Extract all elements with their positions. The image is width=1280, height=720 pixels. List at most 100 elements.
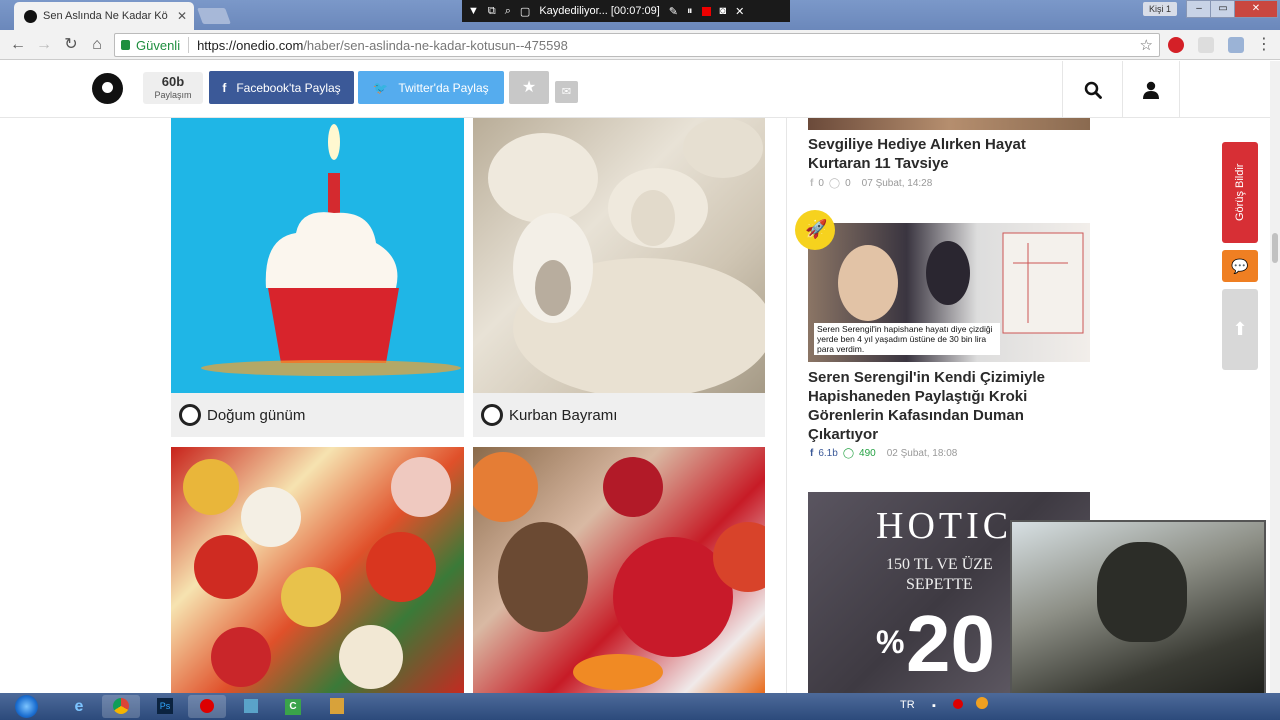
page-scrollbar[interactable]	[1270, 61, 1280, 693]
recorder-close-icon[interactable]: ✕	[735, 5, 744, 18]
recorder-status: Kaydediliyor... [00:07:09]	[539, 5, 660, 17]
ad-brand: HOTIC	[876, 505, 1013, 547]
profile-button[interactable]: Kişi 1	[1143, 2, 1177, 16]
fb-share-count: 0	[818, 178, 824, 189]
windows-taskbar: e Ps C TR ▪	[0, 693, 1280, 720]
taskbar-recorder-icon[interactable]	[188, 695, 226, 718]
taskbar-photoshop-icon[interactable]: Ps	[146, 695, 184, 718]
trending-rocket-icon: 🚀	[795, 210, 835, 250]
taskbar-ie-icon[interactable]: e	[60, 695, 98, 718]
recorder-menu-icon[interactable]: ▼	[468, 5, 479, 17]
new-tab-button[interactable]	[197, 8, 231, 24]
window-close-button[interactable]: ✕	[1234, 0, 1278, 18]
option-birthday[interactable]: Doğum günüm	[171, 393, 464, 437]
feedback-button[interactable]: Görüş Bildir	[1222, 142, 1258, 243]
windows-logo-icon	[15, 695, 38, 718]
option-label: Doğum günüm	[207, 406, 306, 424]
sheep-illustration	[488, 118, 765, 393]
tab-title: Sen Aslında Ne Kadar Kö	[43, 10, 168, 22]
mail-share-button[interactable]: ✉	[555, 81, 578, 103]
recorder-window-icon[interactable]: ⧉	[488, 5, 496, 18]
reload-icon[interactable]: ↻	[61, 35, 81, 55]
taskbar-chrome-icon[interactable]	[102, 695, 140, 718]
option-image-birthday[interactable]	[171, 118, 464, 393]
chat-button[interactable]: 💬	[1222, 250, 1258, 282]
option-kurban[interactable]: Kurban Bayramı	[473, 393, 765, 437]
twitter-share-button[interactable]: 🐦 Twitter'da Paylaş	[358, 71, 504, 104]
christmas-ornament-illustration	[473, 452, 765, 690]
whatsapp-icon: ◯	[842, 448, 855, 459]
scroll-top-button[interactable]: ⬆	[1222, 289, 1258, 370]
recorder-pause-icon[interactable]: ⏸	[687, 5, 693, 18]
option-image-christmas[interactable]	[473, 447, 765, 693]
facebook-share-button[interactable]: f Facebook'ta Paylaş	[209, 71, 354, 104]
facebook-icon: f	[810, 178, 814, 189]
tray-record-icon[interactable]	[948, 695, 968, 718]
ad-percent: %	[876, 624, 905, 660]
twitter-icon: 🐦	[373, 80, 389, 95]
facebook-icon: f	[222, 80, 227, 95]
share-count-badge: 60b Paylaşım	[143, 72, 203, 104]
taskbar-archive-icon[interactable]	[318, 695, 356, 718]
fb-share-count: 6.1b	[818, 448, 838, 459]
address-separator	[188, 37, 190, 53]
sidebar-item-title[interactable]: Sevgiliye Hediye Alırken Hayat Kurtaran …	[808, 135, 1090, 173]
secure-label: Güvenli	[136, 37, 181, 53]
whatsapp-icon: ◯	[828, 178, 841, 189]
onedio-logo[interactable]	[92, 73, 123, 104]
wa-share-count: 0	[845, 178, 851, 189]
sidebar-item-image-partial[interactable]	[808, 118, 1090, 130]
bookmark-star-icon[interactable]: ☆	[1140, 36, 1153, 54]
taskbar-app-icon[interactable]	[232, 695, 270, 718]
option-image-candy[interactable]	[171, 447, 464, 693]
minimize-button[interactable]: –	[1186, 0, 1212, 18]
webcam-overlay	[1010, 520, 1266, 700]
arrow-up-icon: ⬆	[1232, 319, 1248, 339]
star-icon: ★	[521, 79, 537, 96]
vivaldi-extension-icon[interactable]	[1168, 37, 1184, 53]
publish-date: 02 Şubat, 18:08	[886, 448, 958, 459]
recorder-pen-icon[interactable]: ✎	[669, 5, 678, 18]
facebook-share-label: Facebook'ta Paylaş	[236, 80, 341, 95]
favorite-button[interactable]: ★	[509, 71, 549, 104]
sidebar-item-meta: f 6.1b ◯ 490 02 Şubat, 18:08	[810, 448, 957, 459]
recorder-zoom-icon[interactable]: ⌕	[505, 5, 511, 18]
recorder-region-icon[interactable]: ▢	[520, 5, 530, 18]
back-arrow-icon[interactable]: ←	[8, 35, 28, 55]
facebook-icon: f	[810, 448, 814, 459]
radio-birthday[interactable]	[179, 404, 201, 426]
address-bar[interactable]: Güvenli https://onedio.com /haber/sen-as…	[114, 33, 1160, 57]
sidebar-item-title[interactable]: Seren Serengil'in Kendi Çizimiyle Hapish…	[808, 368, 1090, 444]
language-indicator[interactable]: TR	[900, 699, 915, 711]
user-account-button[interactable]	[1122, 61, 1180, 118]
tray-icon[interactable]: ▪	[924, 695, 944, 718]
option-label: Kurban Bayramı	[509, 406, 618, 424]
content-divider	[786, 118, 787, 693]
site-search-button[interactable]	[1062, 61, 1122, 118]
ad-number: 20	[906, 599, 995, 688]
option-image-kurban[interactable]	[473, 118, 765, 393]
home-icon[interactable]: ⌂	[87, 35, 107, 55]
browser-titlebar: Sen Aslında Ne Kadar Kö ✕ ▼ ⧉ ⌕ ▢ Kayded…	[0, 0, 1280, 30]
recorder-toolbar: ▼ ⧉ ⌕ ▢ Kaydediliyor... [00:07:09] ✎ ⏸ ◙…	[462, 0, 790, 22]
maximize-button[interactable]: ▭	[1210, 0, 1236, 18]
browser-tab[interactable]: Sen Aslında Ne Kadar Kö ✕	[14, 2, 194, 30]
start-button[interactable]	[8, 693, 44, 720]
tray-app-icon[interactable]	[972, 695, 992, 718]
lock-icon	[121, 40, 130, 50]
tab-close-icon[interactable]: ✕	[177, 9, 187, 23]
forward-arrow-icon[interactable]: →	[34, 35, 54, 55]
scrollbar-thumb[interactable]	[1272, 233, 1278, 263]
taskbar-camtasia-icon[interactable]: C	[274, 695, 312, 718]
sidebar-item-image[interactable]: Seren Serengil'in hapishane hayatı diye …	[808, 223, 1090, 362]
site-header: 60b Paylaşım f Facebook'ta Paylaş 🐦 Twit…	[0, 61, 1270, 118]
menu-kebab-icon[interactable]: ⋮	[1254, 35, 1274, 55]
webcam-person	[1097, 542, 1187, 642]
recorder-stop-icon[interactable]	[701, 6, 711, 16]
user-icon	[1143, 81, 1159, 99]
onedio-favicon-icon	[24, 9, 37, 23]
extension-icon[interactable]	[1198, 37, 1214, 53]
recorder-camera-icon[interactable]: ◙	[720, 5, 727, 17]
screenshot-extension-icon[interactable]	[1228, 37, 1244, 53]
radio-kurban[interactable]	[481, 404, 503, 426]
